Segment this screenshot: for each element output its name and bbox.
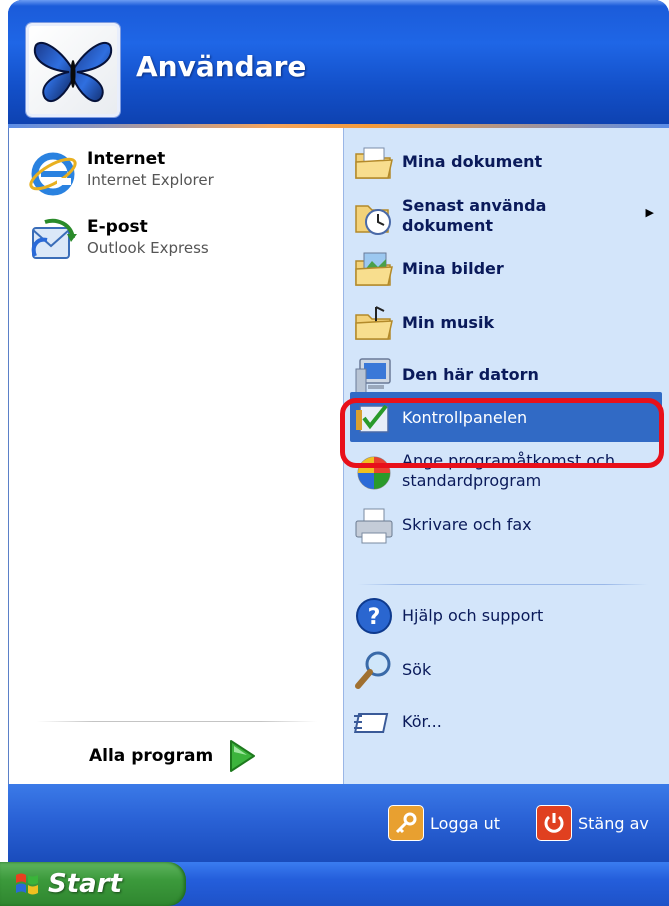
menu-item-recent-documents[interactable]: Senast använda dokument ▶ [352,192,660,240]
windows-flag-icon [16,873,38,895]
all-programs-button[interactable]: Alla program [89,734,257,778]
logoff-label: Logga ut [430,813,501,833]
search-icon [355,651,391,689]
menu-item-label: Senast använda dokument [402,196,547,235]
start-label: Start [48,869,122,899]
menu-item-run[interactable]: Kör... [352,700,660,744]
butterfly-icon [33,42,113,103]
start-button[interactable]: Start [0,862,186,906]
submenu-arrow-icon: ▶ [645,206,654,219]
pinned-title: E-post [87,217,148,237]
menu-item-label: Mina bilder [402,259,504,278]
menu-item-my-documents[interactable]: Mina dokument [352,140,660,184]
key-icon [388,805,424,841]
pinned-item-internet[interactable]: Internet Internet Explorer [27,148,214,208]
run-icon [353,713,389,733]
green-arrow-icon [230,740,256,772]
my-computer-icon [355,358,391,394]
menu-item-label: Kör... [402,712,442,731]
left-separator [37,721,317,722]
shutdown-label: Stäng av [578,813,649,833]
power-icon [536,805,572,841]
menu-item-help[interactable]: ? Hjälp och support [352,592,660,640]
right-separator [358,584,648,585]
left-pane: Internet Internet Explorer E-post Outloo… [8,128,343,784]
shutdown-button[interactable]: Stäng av [536,802,649,844]
annotation-highlight-ring [340,398,664,468]
menu-item-label: Skrivare och fax [402,515,532,534]
pinned-subtitle: Internet Explorer [87,171,214,189]
menu-item-my-pictures[interactable]: Mina bilder [352,246,660,292]
my-music-icon [355,306,393,340]
outlook-express-icon [31,218,77,259]
my-pictures-icon [355,252,393,286]
menu-item-my-music[interactable]: Min musik [352,300,660,346]
recent-documents-icon [355,205,391,235]
menu-item-label: Sök [402,660,432,679]
menu-item-label: Mina dokument [402,152,543,171]
header-glow [8,0,669,6]
pinned-subtitle: Outlook Express [87,239,209,257]
user-name: Användare [136,50,307,83]
help-icon: ? [356,598,392,634]
menu-item-search[interactable]: Sök [352,646,660,694]
all-programs-label: Alla program [89,746,214,766]
printer-icon [355,508,393,544]
my-documents-icon [355,147,393,179]
svg-text:?: ? [368,605,381,630]
menu-item-printers[interactable]: Skrivare och fax [352,502,660,548]
menu-item-label: Hjälp och support [402,606,544,625]
pinned-title: Internet [87,149,166,169]
start-menu-footer: Logga ut Stäng av [8,784,669,862]
start-menu-header: Användare [8,0,669,124]
user-avatar[interactable] [26,23,120,117]
internet-explorer-icon [29,152,77,196]
pinned-item-email[interactable]: E-post Outlook Express [27,216,209,276]
menu-item-label: Den här datorn [402,365,539,384]
logoff-button[interactable]: Logga ut [388,802,500,844]
menu-item-label: Min musik [402,313,495,332]
